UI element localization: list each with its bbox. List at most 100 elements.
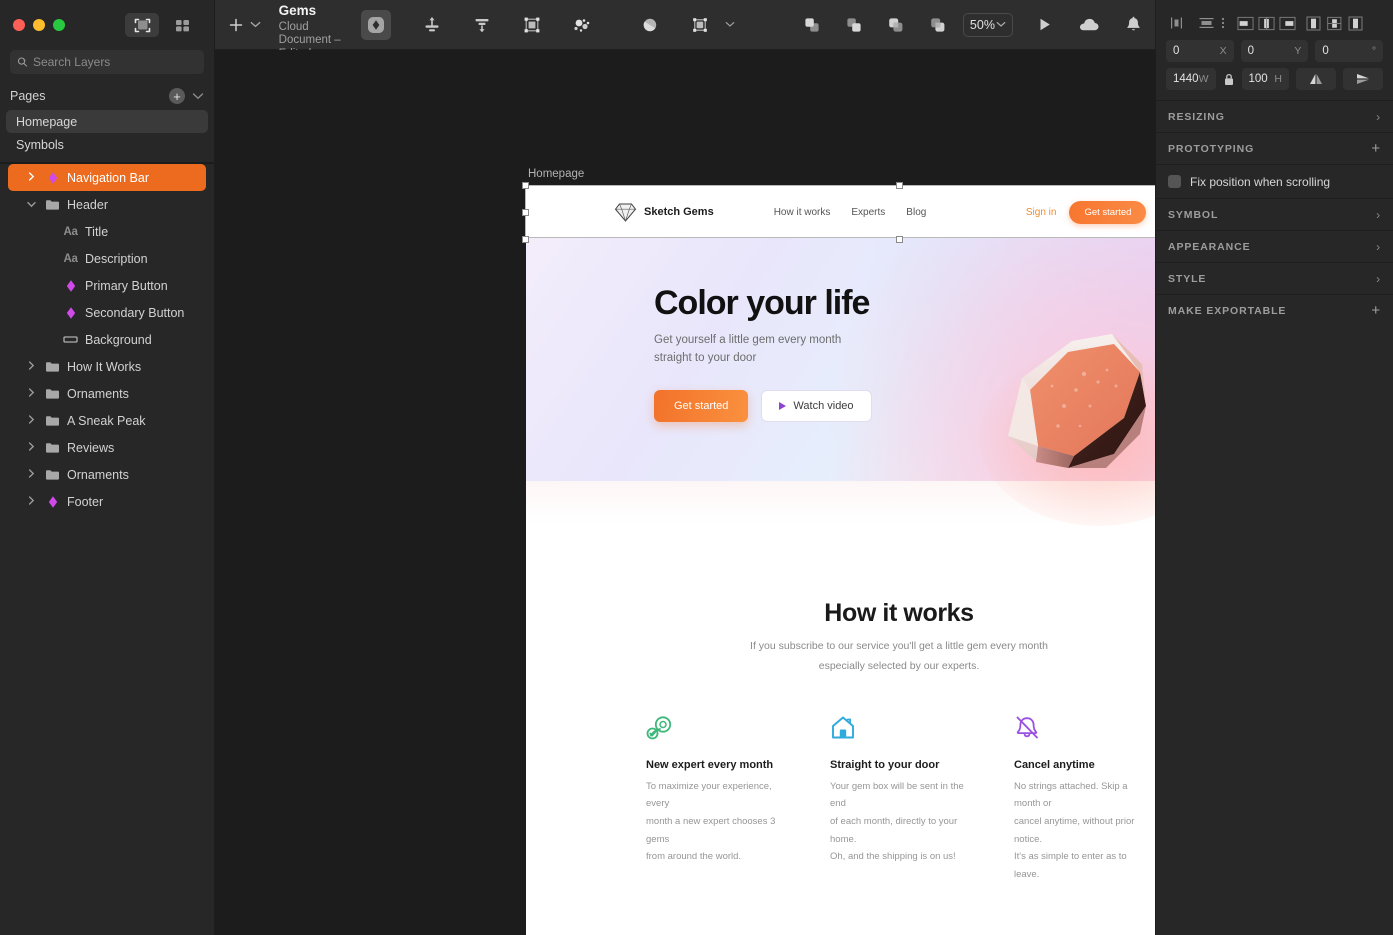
diamond-logo-icon	[614, 203, 637, 223]
align-top-button[interactable]	[1305, 15, 1322, 32]
close-window-button[interactable]	[13, 19, 25, 31]
disclosure-triangle[interactable]	[24, 496, 38, 507]
page-item-symbols[interactable]: Symbols	[6, 133, 208, 156]
layer-row-secondary-button[interactable]: Secondary Button	[0, 299, 214, 326]
y-position-field[interactable]: 0 Y	[1240, 40, 1309, 62]
inspector-section-style[interactable]: STYLE ›	[1156, 262, 1393, 294]
inspector-section-resizing[interactable]: RESIZING ›	[1156, 100, 1393, 132]
feature-body-line-3: It's as simple to enter as to leave.	[1014, 851, 1127, 880]
chevron-right-icon[interactable]: ›	[1376, 208, 1381, 222]
subtract-button[interactable]	[467, 10, 497, 40]
hero-primary-button[interactable]: Get started	[654, 389, 749, 422]
chevron-right-icon[interactable]: ›	[1376, 110, 1381, 124]
site-brand[interactable]: Sketch Gems	[614, 201, 714, 223]
page-item-homepage[interactable]: Homepage	[6, 110, 208, 133]
difference-button[interactable]	[567, 10, 597, 40]
bring-forward-button[interactable]	[797, 10, 827, 40]
flip-vertical-button[interactable]	[1343, 68, 1383, 90]
disclosure-triangle[interactable]	[24, 172, 38, 183]
align-center-horizontal-button[interactable]	[1258, 15, 1275, 32]
align-right-button[interactable]	[1279, 15, 1296, 32]
more-align-button[interactable]	[1219, 15, 1227, 32]
add-icon[interactable]: +	[1371, 141, 1381, 156]
search-layers-box[interactable]	[10, 50, 204, 74]
layer-row-primary-button[interactable]: Primary Button	[0, 272, 214, 299]
layer-row-footer[interactable]: Footer	[0, 488, 214, 515]
layer-row-description[interactable]: Aa Description	[0, 245, 214, 272]
chevron-right-icon[interactable]: ›	[1376, 272, 1381, 286]
scale-menu-chevron[interactable]	[715, 10, 745, 40]
notifications-button[interactable]	[1124, 10, 1143, 40]
layer-row-header[interactable]: Header	[0, 191, 214, 218]
fix-position-checkbox[interactable]	[1168, 175, 1181, 188]
hero-subtitle-line-1: Get yourself a little gem every month	[654, 334, 842, 346]
cloud-button[interactable]	[1078, 10, 1100, 40]
maximize-window-button[interactable]	[53, 19, 65, 31]
inspector-section-prototyping[interactable]: PROTOTYPING +	[1156, 132, 1393, 164]
disclosure-triangle[interactable]	[24, 442, 38, 453]
layer-row-title[interactable]: Aa Title	[0, 218, 214, 245]
layer-row-background[interactable]: Background	[0, 326, 214, 353]
width-field[interactable]: 1440 W	[1166, 68, 1216, 90]
insert-button[interactable]	[227, 10, 246, 40]
add-icon[interactable]: +	[1371, 303, 1381, 318]
disclosure-triangle[interactable]	[24, 388, 38, 399]
distribute-horizontally-button[interactable]	[1168, 15, 1185, 32]
x-position-field[interactable]: 0 X	[1166, 40, 1234, 62]
how-it-works-subtitle-line-1: If you subscribe to our service you'll g…	[750, 640, 1048, 652]
align-center-vertical-button[interactable]	[1326, 15, 1343, 32]
canvas-view-toggle[interactable]	[125, 13, 159, 37]
bring-to-front-button[interactable]	[881, 10, 911, 40]
site-nav-link-experts[interactable]: Experts	[851, 207, 885, 218]
sign-in-link[interactable]: Sign in	[1026, 207, 1057, 218]
disclosure-triangle[interactable]	[24, 469, 38, 480]
pages-collapse-chevron[interactable]	[192, 89, 204, 103]
layer-row-how-it-works[interactable]: How It Works	[0, 353, 214, 380]
artboard-name-label[interactable]: Homepage	[528, 168, 584, 180]
artboard-homepage[interactable]: Sketch Gems How it works Experts Blog Sign…	[526, 186, 1155, 935]
site-nav-link-blog[interactable]: Blog	[906, 207, 926, 218]
layer-row-ornaments[interactable]: Ornaments	[0, 461, 214, 488]
mask-button[interactable]	[635, 10, 665, 40]
align-bottom-button[interactable]	[1347, 15, 1364, 32]
site-navigation-bar[interactable]: Sketch Gems How it works Experts Blog Sign…	[526, 186, 1155, 238]
chevron-right-icon[interactable]: ›	[1376, 240, 1381, 254]
scale-button[interactable]	[685, 10, 715, 40]
symbol-layer-icon	[44, 495, 61, 509]
disclosure-triangle[interactable]	[24, 200, 38, 210]
layer-row-ornaments[interactable]: Ornaments	[0, 380, 214, 407]
canvas[interactable]: Homepage Sketch Gems How it works Experts…	[215, 50, 1155, 935]
intersect-button[interactable]	[517, 10, 547, 40]
layer-row-navigation-bar[interactable]: Navigation Bar	[8, 164, 206, 191]
preview-button[interactable]	[1035, 10, 1054, 40]
inspector-section-make-exportable[interactable]: MAKE EXPORTABLE +	[1156, 294, 1393, 326]
rotation-field[interactable]: 0 °	[1315, 40, 1384, 62]
create-symbol-button[interactable]	[360, 9, 391, 40]
disclosure-triangle[interactable]	[24, 415, 38, 426]
inspector-section-symbol[interactable]: SYMBOL ›	[1156, 198, 1393, 230]
insert-menu-chevron[interactable]	[246, 10, 265, 40]
send-to-back-button[interactable]	[923, 10, 953, 40]
minimize-window-button[interactable]	[33, 19, 45, 31]
align-left-button[interactable]	[1237, 15, 1254, 32]
add-page-button[interactable]: +	[169, 88, 185, 104]
lock-aspect-ratio-button[interactable]	[1223, 73, 1235, 86]
layer-row-reviews[interactable]: Reviews	[0, 434, 214, 461]
zoom-level-field[interactable]: 50%	[962, 12, 1014, 37]
hero-secondary-button[interactable]: Watch video	[761, 389, 872, 422]
search-input[interactable]	[32, 55, 197, 69]
send-backward-button[interactable]	[839, 10, 869, 40]
flip-horizontal-button[interactable]	[1296, 68, 1336, 90]
layer-row-a-sneak-peak[interactable]: A Sneak Peak	[0, 407, 214, 434]
height-field[interactable]: 100 H	[1241, 68, 1289, 90]
fix-position-row[interactable]: Fix position when scrolling	[1156, 164, 1393, 198]
get-started-button[interactable]: Get started	[1069, 200, 1147, 224]
site-nav-link-how-it-works[interactable]: How it works	[774, 207, 831, 218]
disclosure-closed-icon	[28, 442, 34, 451]
distribute-vertically-button[interactable]	[1198, 15, 1215, 32]
grid-view-toggle[interactable]	[165, 13, 199, 37]
disclosure-triangle[interactable]	[24, 361, 38, 372]
inspector-section-appearance[interactable]: APPEARANCE ›	[1156, 230, 1393, 262]
sketch-app-window: Pages + Homepage Symbols Homepage Navigati…	[0, 0, 1393, 935]
union-button[interactable]	[417, 10, 447, 40]
